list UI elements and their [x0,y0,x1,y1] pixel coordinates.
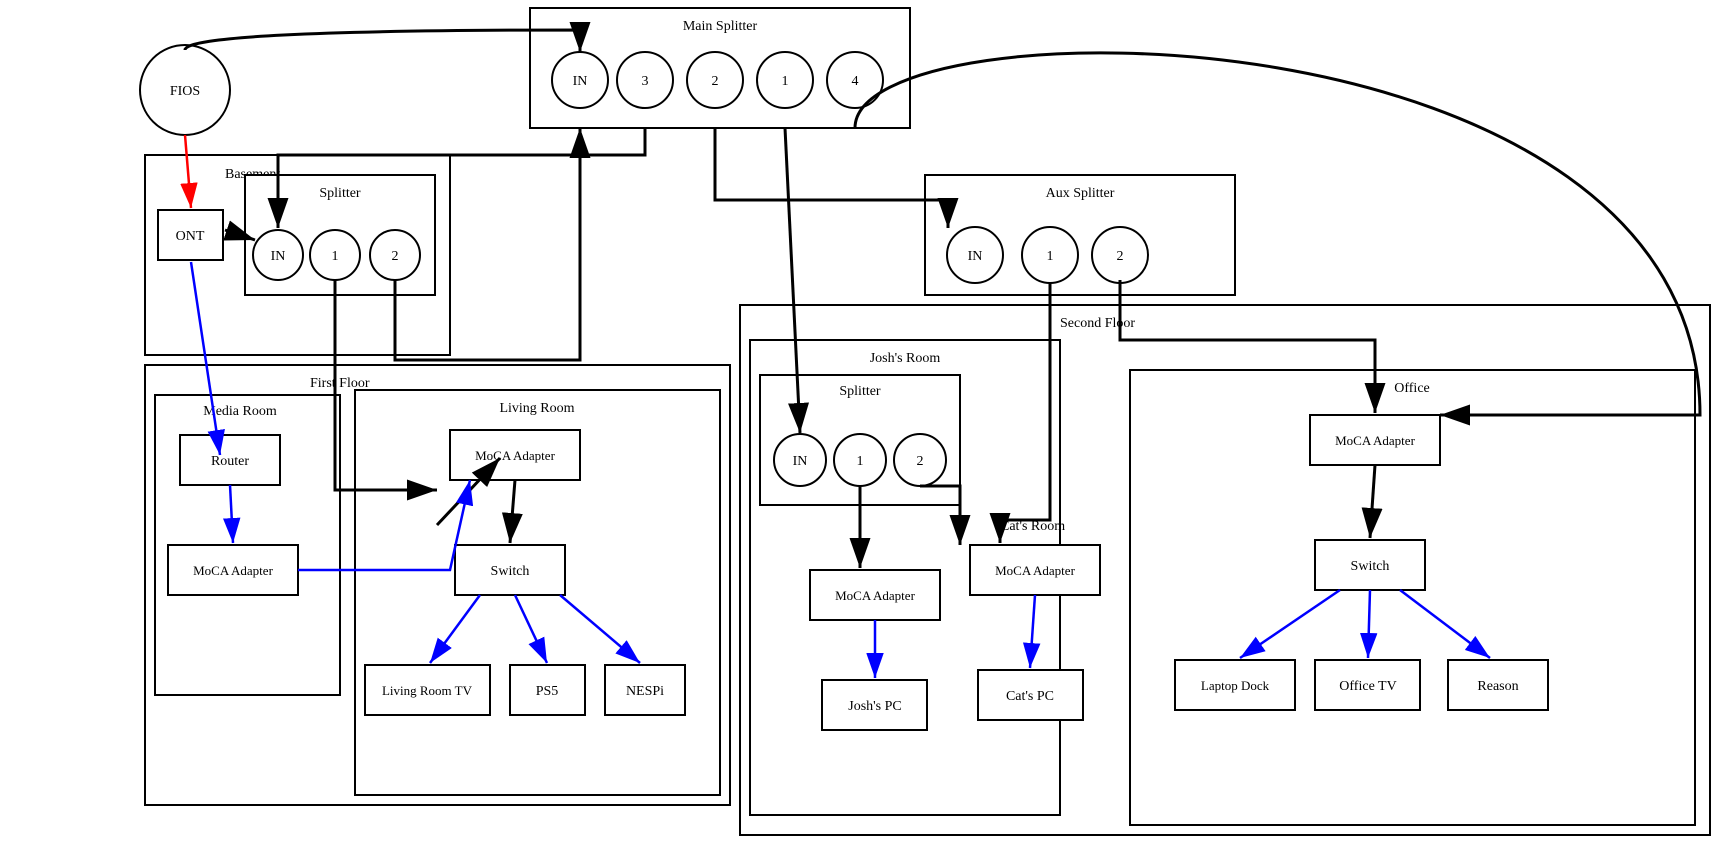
basement-splitter-label: Splitter [319,186,361,201]
nespi-label: NESPi [626,684,664,699]
ont-label: ONT [176,229,205,244]
laptop-dock-label: Laptop Dock [1201,678,1270,693]
svg-text:1: 1 [1047,249,1054,264]
svg-text:2: 2 [712,74,719,89]
office-label: Office [1394,381,1430,396]
svg-text:IN: IN [271,249,286,264]
ps5-label: PS5 [536,684,559,699]
moca-living-label: MoCA Adapter [475,448,555,463]
svg-text:1: 1 [332,249,339,264]
svg-text:2: 2 [392,249,399,264]
aux-splitter-label: Aux Splitter [1046,186,1115,201]
fios-to-main-splitter-arrow [185,30,580,52]
moca-cats-label: MoCA Adapter [995,563,1075,578]
svg-text:IN: IN [793,454,808,469]
svg-text:IN: IN [573,74,588,89]
fios-label: FIOS [170,84,200,99]
svg-text:1: 1 [857,454,864,469]
first-floor-label: First Floor [310,376,370,391]
joshs-room-label: Josh's Room [870,351,941,366]
living-room-label: Living Room [499,401,574,416]
svg-text:4: 4 [852,74,859,89]
svg-text:2: 2 [917,454,924,469]
second-floor-label: Second Floor [1060,316,1135,331]
reason-label: Reason [1477,679,1518,694]
living-room-tv-label: Living Room TV [382,683,473,698]
office-tv-label: Office TV [1339,679,1396,694]
svg-text:1: 1 [782,74,789,89]
svg-text:3: 3 [642,74,649,89]
svg-text:IN: IN [968,249,983,264]
moca-office-label: MoCA Adapter [1335,433,1415,448]
joshs-splitter-label: Splitter [839,384,881,399]
joshs-pc-label: Josh's PC [848,699,902,714]
svg-text:2: 2 [1117,249,1124,264]
moca-joshs-label: MoCA Adapter [835,588,915,603]
main2-to-aux-in [715,128,948,228]
router-label: Router [211,454,249,469]
moca-media-label: MoCA Adapter [193,563,273,578]
cats-pc-label: Cat's PC [1006,689,1054,704]
switch-living-label: Switch [491,564,530,579]
switch-office-label: Switch [1351,559,1390,574]
main-splitter-label: Main Splitter [683,19,758,34]
